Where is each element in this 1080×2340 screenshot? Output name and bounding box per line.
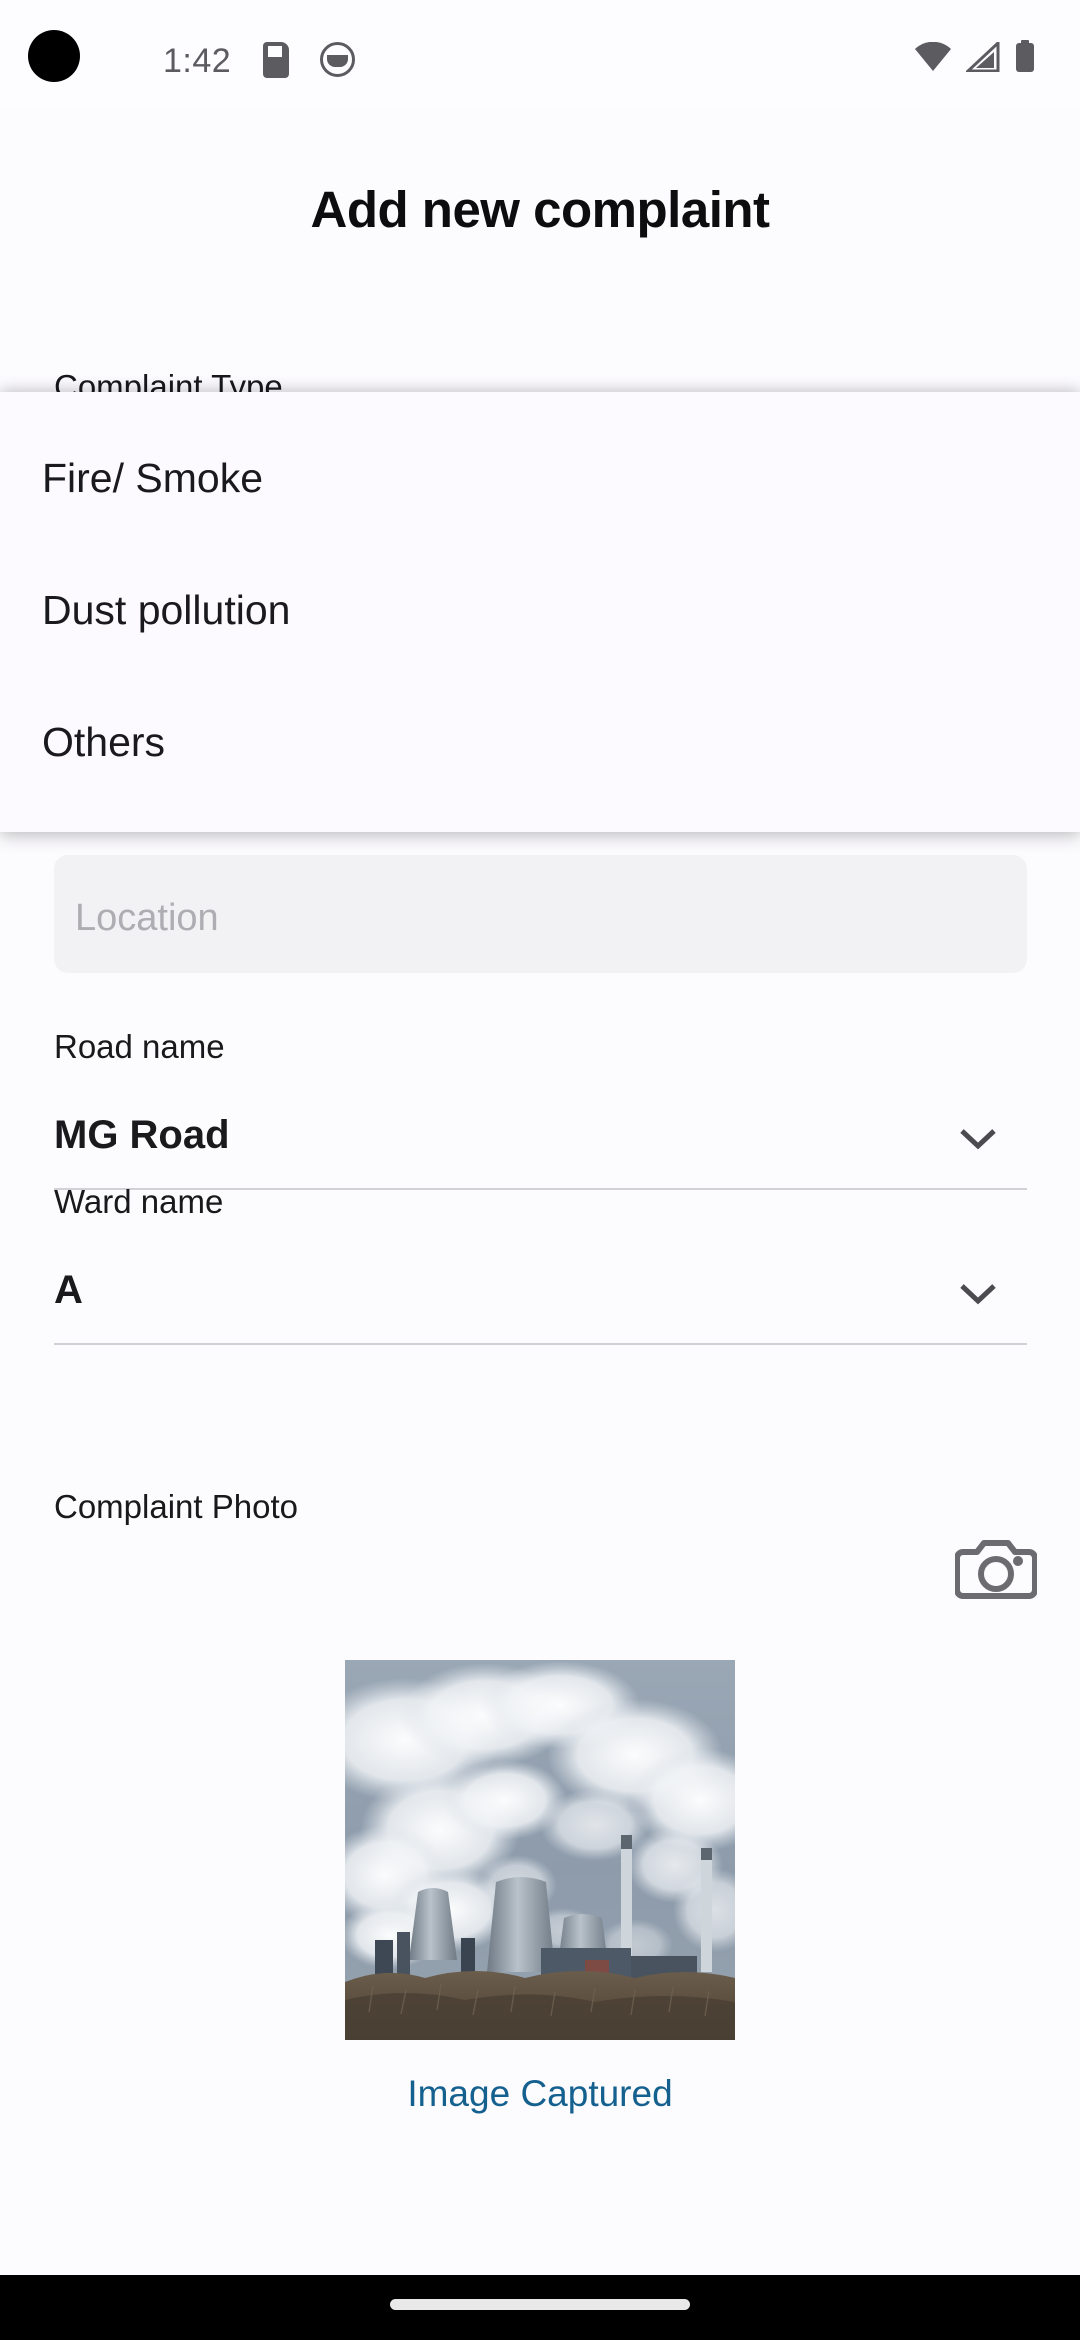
dropdown-option-fire-smoke[interactable]: Fire/ Smoke [42,455,263,502]
image-captured-status: Image Captured [407,2073,673,2114]
dropdown-option-dust-pollution[interactable]: Dust pollution [42,587,290,634]
chevron-down-icon [959,1282,997,1311]
home-indicator[interactable] [390,2299,690,2310]
ward-name-label: Ward name [54,1183,224,1220]
system-navigation-bar [0,2275,1080,2340]
ward-name-underline [54,1343,1027,1345]
phone-screen: Complaint Type Location Location Road na… [0,0,1080,2340]
battery-icon [1014,40,1036,77]
wifi-icon [914,41,952,77]
app-notification-icon [320,42,355,77]
sd-card-icon [263,42,289,78]
ward-name-select[interactable]: A [54,1268,1027,1338]
complaint-photo-label: Complaint Photo [54,1488,298,1525]
status-bar: 1:42 [0,0,1080,106]
road-name-select[interactable]: MG Road [54,1113,1027,1183]
complaint-form: Complaint Type Location Location Road na… [0,0,1080,2275]
complaint-type-dropdown: Fire/ Smoke Dust pollution Others [0,392,1080,832]
camera-punch-hole [28,30,80,82]
status-bar-indicators [914,39,1036,77]
complaint-photo-thumbnail[interactable] [345,1660,735,2040]
road-name-value: MG Road [54,1113,230,1157]
status-bar-clock: 1:42 [163,42,232,80]
camera-icon[interactable] [954,1534,1038,1604]
cellular-signal-icon [964,39,1000,77]
chevron-down-icon [959,1127,997,1156]
location-placeholder: Location [75,897,219,939]
dropdown-option-others[interactable]: Others [42,719,165,766]
ward-name-value: A [54,1268,83,1312]
road-name-label: Road name [54,1028,225,1065]
